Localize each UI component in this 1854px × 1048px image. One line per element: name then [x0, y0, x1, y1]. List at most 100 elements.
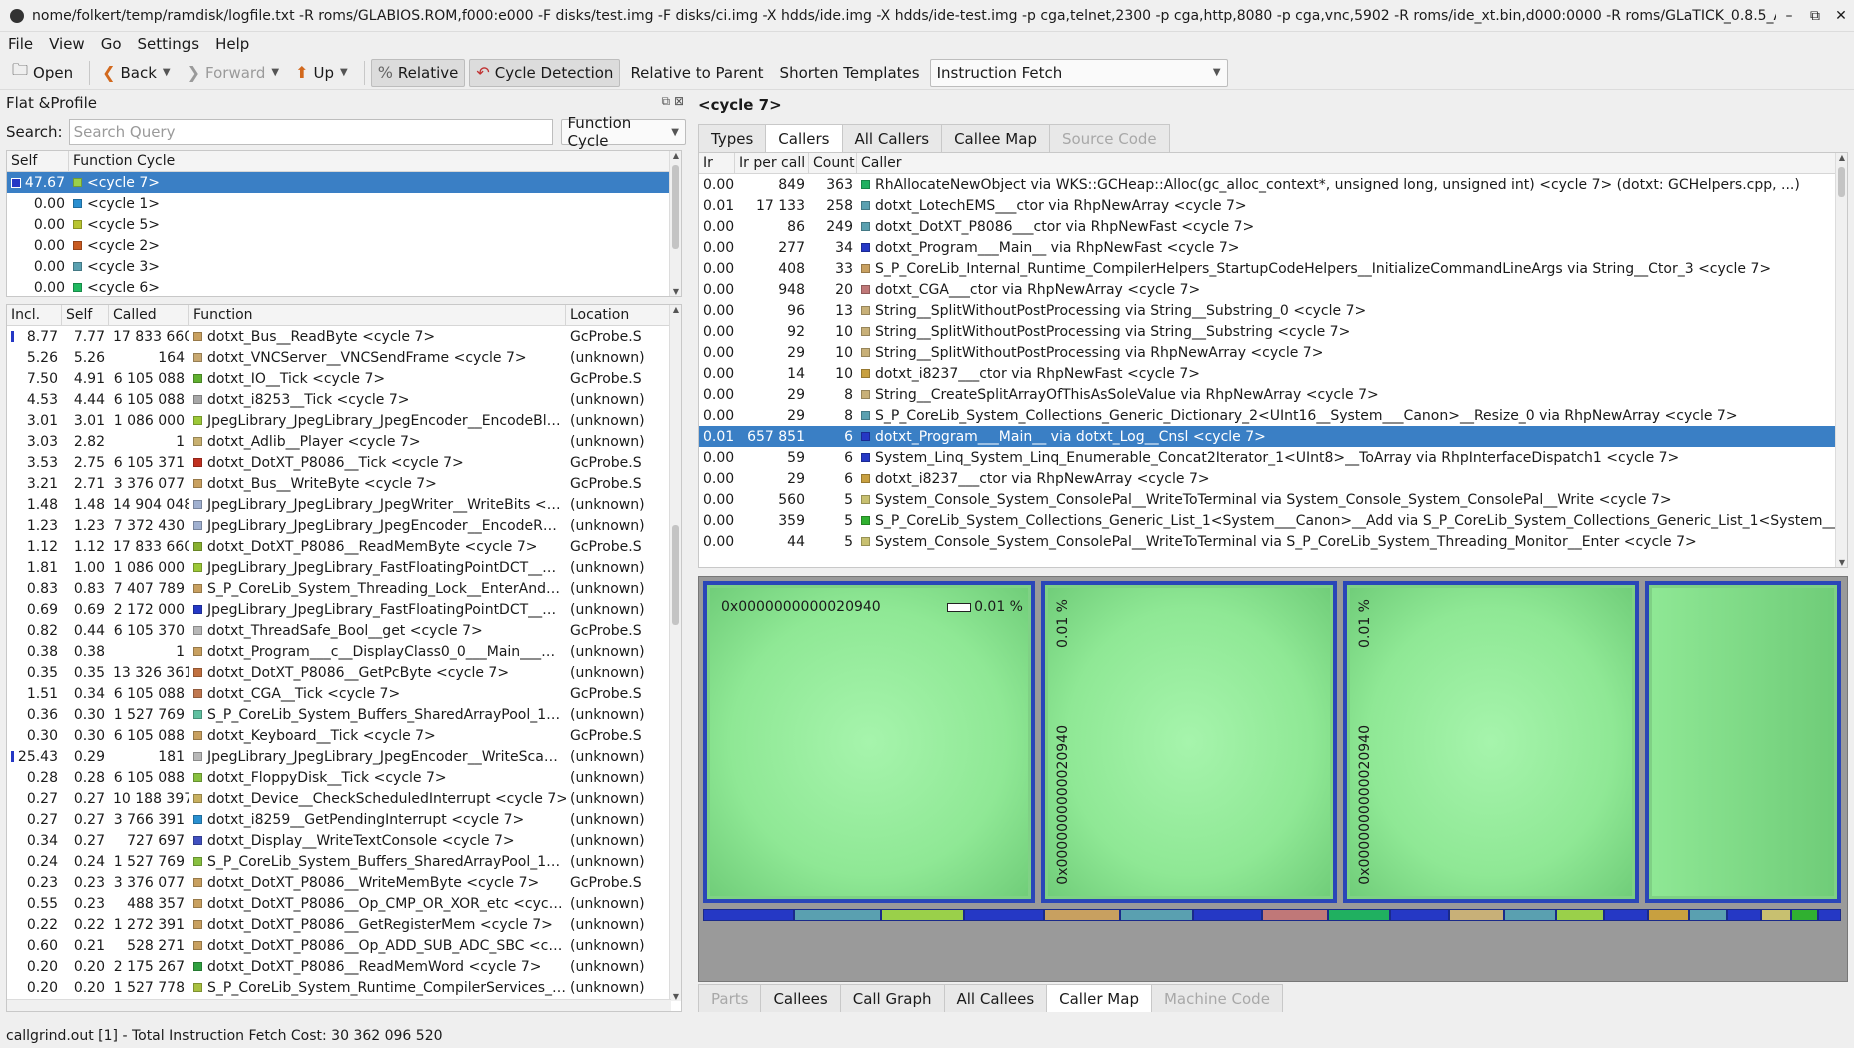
caller-row[interactable]: 0.00 92 10 String__SplitWithoutPostProcessi…: [699, 321, 1847, 342]
function-row[interactable]: 0.35 0.35 13 326 361 dotxt_DotXT_P8086__Get…: [7, 662, 681, 683]
function-row[interactable]: 0.22 0.22 1 272 391 dotxt_DotXT_P8086__GetR…: [7, 914, 681, 935]
caller-row[interactable]: 0.00 86 249 dotxt_DotXT_P8086___ctor via Rh…: [699, 216, 1847, 237]
col-count[interactable]: Count: [809, 153, 857, 173]
function-row[interactable]: 0.27 0.27 10 188 397 dotxt_Device__CheckSch…: [7, 788, 681, 809]
tab-source-code[interactable]: Source Code: [1048, 124, 1170, 152]
cycle-row[interactable]: 0.00 <cycle 5>: [7, 214, 681, 235]
treemap-small-block[interactable]: [1193, 909, 1263, 921]
close-icon[interactable]: ⊠: [674, 94, 684, 108]
back-button[interactable]: ❮ Back ▼: [96, 59, 177, 87]
tab-parts[interactable]: Parts: [698, 984, 762, 1012]
tab-caller-map[interactable]: Caller Map: [1046, 984, 1152, 1012]
treemap-block-main[interactable]: 0x0000000000020940 0.01 %: [703, 581, 1035, 903]
function-row[interactable]: 0.60 0.21 528 271 dotxt_DotXT_P8086__Op_ADD…: [7, 935, 681, 956]
col-location[interactable]: Location: [566, 305, 671, 325]
scroll-thumb[interactable]: [672, 165, 679, 249]
tab-machine-code[interactable]: Machine Code: [1150, 984, 1283, 1012]
callers-table[interactable]: Ir Ir per call Count Caller 0.00 849 363 Rh…: [698, 152, 1848, 568]
search-input[interactable]: [68, 119, 553, 145]
function-row[interactable]: 3.01 3.01 1 086 000 JpegLibrary_JpegLibrary…: [7, 410, 681, 431]
caller-row[interactable]: 0.00 29 8 String__CreateSplitArrayOfThisAsS…: [699, 384, 1847, 405]
treemap-small-block[interactable]: [1689, 909, 1727, 921]
function-row[interactable]: 0.36 0.30 1 527 769 S_P_CoreLib_System_Buff…: [7, 704, 681, 725]
function-row[interactable]: 0.27 0.27 3 766 391 dotxt_i8259__GetPending…: [7, 809, 681, 830]
cycles-table[interactable]: Self Function Cycle 47.67 <cycle 7> 0.00 <c…: [6, 150, 682, 297]
relative-to-parent-toggle[interactable]: Relative to Parent: [624, 59, 769, 87]
function-row[interactable]: 0.34 0.27 727 697 dotxt_Display__WriteTextC…: [7, 830, 681, 851]
treemap-small-block[interactable]: [1120, 909, 1194, 921]
treemap-block-2[interactable]: 0.01 % 0x0000000000020940: [1041, 581, 1337, 903]
tab-callers[interactable]: Callers: [765, 124, 843, 152]
function-row[interactable]: 0.82 0.44 6 105 370 dotxt_ThreadSafe_Bool__…: [7, 620, 681, 641]
col-incl[interactable]: Incl.: [7, 305, 62, 325]
treemap-small-block[interactable]: [964, 909, 1044, 921]
menu-help[interactable]: Help: [207, 35, 257, 53]
treemap-small-block[interactable]: [1760, 909, 1791, 921]
treemap-small-block[interactable]: [1790, 909, 1818, 921]
col-function[interactable]: Function: [189, 305, 566, 325]
function-row[interactable]: 3.03 2.82 1 dotxt_Adlib__Player <cycle 7> (u…: [7, 431, 681, 452]
caller-row[interactable]: 0.00 359 5 S_P_CoreLib_System_Collections_G…: [699, 510, 1847, 531]
scroll-down-icon[interactable]: ▼: [1836, 558, 1847, 567]
caller-row[interactable]: 0.00 277 34 dotxt_Program___Main__ via RhpN…: [699, 237, 1847, 258]
caller-row[interactable]: 0.00 29 8 S_P_CoreLib_System_Collections_Ge…: [699, 405, 1847, 426]
event-type-select[interactable]: Instruction Fetch ▼: [929, 58, 1228, 87]
up-button[interactable]: ⬆ Up ▼: [289, 59, 354, 87]
scroll-down-icon[interactable]: ▼: [670, 287, 681, 296]
treemap-small-block[interactable]: [1817, 909, 1841, 921]
function-row[interactable]: 1.23 1.23 7 372 430 JpegLibrary_JpegLibrary…: [7, 515, 681, 536]
cycle-row[interactable]: 0.00 <cycle 6>: [7, 277, 681, 296]
function-row[interactable]: 0.23 0.23 3 376 077 dotxt_DotXT_P8086__Writ…: [7, 872, 681, 893]
cycle-row[interactable]: 0.00 <cycle 1>: [7, 193, 681, 214]
chevron-down-icon[interactable]: ▼: [271, 67, 279, 78]
tab-callee-map[interactable]: Callee Map: [941, 124, 1050, 152]
scroll-thumb[interactable]: [672, 525, 679, 625]
callers-scrollbar[interactable]: ▲ ▼: [1835, 153, 1847, 567]
col-function-cycle[interactable]: Function Cycle: [69, 151, 671, 171]
caller-row[interactable]: 0.00 560 5 System_Console_System_ConsolePal…: [699, 489, 1847, 510]
functions-hscrollbar[interactable]: [7, 999, 671, 1011]
caller-row[interactable]: 0.00 96 13 String__SplitWithoutPostProcessi…: [699, 300, 1847, 321]
treemap-small-block[interactable]: [1603, 909, 1649, 921]
treemap-small-block[interactable]: [703, 909, 794, 921]
tab-all-callees[interactable]: All Callees: [943, 984, 1048, 1012]
scroll-up-icon[interactable]: ▲: [1836, 153, 1847, 162]
function-row[interactable]: 5.26 5.26 164 dotxt_VNCServer__VNCSendFrame…: [7, 347, 681, 368]
chevron-down-icon[interactable]: ▼: [163, 67, 171, 78]
close-button[interactable]: ✕: [1828, 8, 1854, 24]
functions-table[interactable]: Incl. Self Called Function Location 8.77…: [6, 304, 682, 1012]
treemap-small-block[interactable]: [1726, 909, 1761, 921]
caller-row[interactable]: 0.00 948 20 dotxt_CGA___ctor via RhpNewArra…: [699, 279, 1847, 300]
tab-types[interactable]: Types: [698, 124, 767, 152]
scroll-thumb[interactable]: [1838, 167, 1845, 197]
menu-file[interactable]: File: [0, 35, 41, 53]
treemap-small-block[interactable]: [1555, 909, 1604, 921]
relative-toggle[interactable]: % Relative: [370, 58, 466, 87]
function-row[interactable]: 0.30 0.30 6 105 088 dotxt_Keyboard__Tick <c…: [7, 725, 681, 746]
caller-row[interactable]: 0.01 17 133 258 dotxt_LotechEMS___ctor via …: [699, 195, 1847, 216]
col-called[interactable]: Called: [109, 305, 189, 325]
caller-row[interactable]: 0.01 657 851 6 dotxt_Program___Main__ via d…: [699, 426, 1847, 447]
forward-button[interactable]: ❯ Forward ▼: [181, 59, 285, 87]
function-row[interactable]: 1.48 1.48 14 904 048 JpegLibrary_JpegLibrar…: [7, 494, 681, 515]
cycle-detection-toggle[interactable]: ↶ Cycle Detection: [469, 58, 621, 87]
treemap-small-block[interactable]: [1390, 909, 1450, 921]
treemap-block-3[interactable]: 0.01 % 0x0000000000020940: [1343, 581, 1639, 903]
treemap-small-block[interactable]: [1043, 909, 1121, 921]
caller-map[interactable]: 0x0000000000020940 0.01 % 0.01 % 0x00000…: [698, 576, 1848, 982]
tab-call-graph[interactable]: Call Graph: [839, 984, 945, 1012]
function-row[interactable]: 0.69 0.69 2 172 000 JpegLibrary_JpegLibrary…: [7, 599, 681, 620]
treemap-small-block[interactable]: [880, 909, 965, 921]
function-row[interactable]: 0.55 0.23 488 357 dotxt_DotXT_P8086__Op_CMP…: [7, 893, 681, 914]
scroll-down-icon[interactable]: ▼: [670, 992, 681, 1001]
maximize-button[interactable]: ⧉: [1802, 8, 1828, 24]
col-self[interactable]: Self: [62, 305, 109, 325]
col-ir-per-call[interactable]: Ir per call: [735, 153, 809, 173]
caller-row[interactable]: 0.00 44 5 System_Console_System_ConsolePal_…: [699, 531, 1847, 552]
open-button[interactable]: 🗀 Open: [6, 59, 79, 87]
cycle-row[interactable]: 47.67 <cycle 7>: [7, 172, 681, 193]
function-row[interactable]: 3.53 2.75 6 105 371 dotxt_DotXT_P8086__Tick…: [7, 452, 681, 473]
menu-settings[interactable]: Settings: [130, 35, 208, 53]
caller-row[interactable]: 0.00 29 6 dotxt_i8237___ctor via RhpNewArra…: [699, 468, 1847, 489]
caller-row[interactable]: 0.00 408 33 S_P_CoreLib_Internal_Runtime_Co…: [699, 258, 1847, 279]
